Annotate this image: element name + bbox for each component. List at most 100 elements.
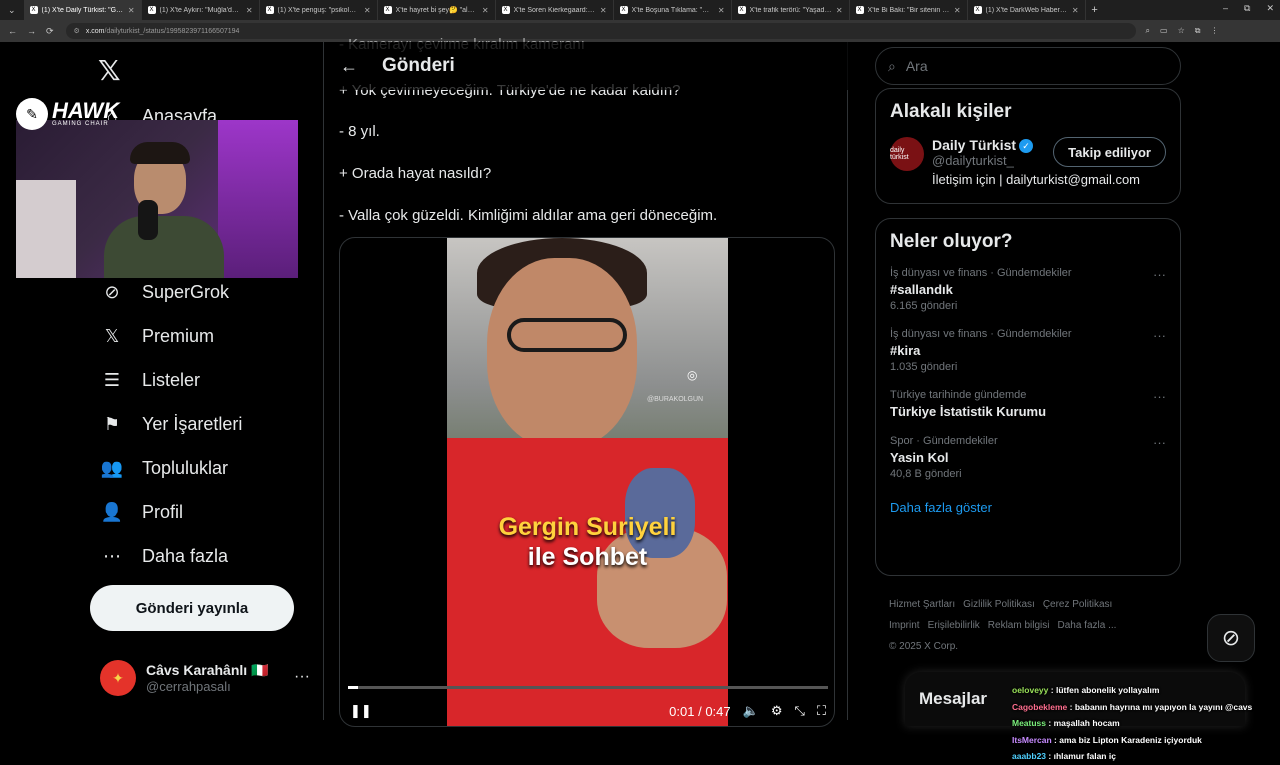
- browser-tab[interactable]: X(1) X'te penguş: "psikolojik son ✕: [260, 0, 378, 20]
- new-tab-button[interactable]: +: [1086, 4, 1104, 16]
- zoom-icon[interactable]: ⌕: [1146, 26, 1150, 36]
- browser-nav-buttons: ← → ⟳: [0, 26, 62, 37]
- related-bio: İletişim için | dailyturkist@gmail.com: [932, 172, 1141, 188]
- star-icon[interactable]: ☆: [1178, 26, 1185, 36]
- site-info-icon[interactable]: ⚙: [74, 27, 80, 35]
- sidebar-item-topluluklar[interactable]: 👥 Topluluklar: [100, 456, 228, 480]
- close-icon[interactable]: ✕: [1072, 6, 1079, 15]
- back-arrow-icon[interactable]: ←: [8, 26, 17, 37]
- post-header: ← Gönderi: [324, 42, 849, 90]
- close-icon[interactable]: ✕: [836, 6, 843, 15]
- browser-tab[interactable]: XX'te hayret bi şey🤔 "almanya ✕: [378, 0, 496, 20]
- sidebar-item-profil[interactable]: 👤 Profil: [100, 500, 183, 524]
- trend-item[interactable]: Spor · Gündemdekiler Yasin Kol 40,8 B gönd…: [876, 427, 1180, 488]
- browser-tab[interactable]: XX'te Boşuna Tıklama: "Hatay'da ✕: [614, 0, 732, 20]
- browser-tab[interactable]: XX'te trafik terörü: "Yaşadığından ✕: [732, 0, 850, 20]
- extensions-icon[interactable]: ⧉: [1195, 26, 1201, 36]
- pause-icon[interactable]: ❚❚: [350, 703, 372, 719]
- list-icon: ☰: [103, 369, 121, 390]
- video-progress-bar[interactable]: [348, 686, 828, 689]
- footer-link[interactable]: Hizmet Şartları: [889, 599, 955, 610]
- close-icon[interactable]: ✕: [246, 6, 253, 15]
- hawk-logo: ✎ HAWK GAMING CHAIR: [16, 98, 119, 130]
- url-host: x.com: [85, 27, 105, 35]
- close-icon[interactable]: ✕: [482, 6, 489, 15]
- fit-screen-icon[interactable]: ⤡: [794, 703, 804, 719]
- avatar[interactable]: daily türkist: [890, 137, 924, 171]
- close-icon[interactable]: ✕: [128, 6, 135, 15]
- sidebar-item-label: Listeler: [142, 369, 201, 390]
- search-icon: ⌕: [888, 57, 896, 74]
- trend-item[interactable]: İş dünyası ve finans · Gündemdekiler #sal…: [876, 259, 1180, 320]
- browser-tab[interactable]: XX'te Bi Baki: "Bir sitenin güvenli ✕: [850, 0, 968, 20]
- browser-address-bar: ← → ⟳ ⚙ x.com/dailyturkist_/status/19958…: [0, 20, 1280, 42]
- cast-icon[interactable]: ▭: [1160, 26, 1168, 36]
- footer-link[interactable]: Çerez Politikası: [1043, 599, 1112, 610]
- trend-count: 40,8 B gönderi: [890, 468, 962, 480]
- browser-tab[interactable]: X (1) X'te Daily Türkist: "Gezg ✕: [23, 0, 142, 20]
- post-button[interactable]: Gönderi yayınla: [90, 585, 294, 631]
- trend-item[interactable]: İş dünyası ve finans · Gündemdekiler #kir…: [876, 320, 1180, 381]
- sidebar-item-supergrok[interactable]: ⊘ SuperGrok: [100, 280, 229, 304]
- sidebar-item-premium[interactable]: 𝕏 Premium: [100, 324, 214, 348]
- sidebar-item-yer-i-aretleri[interactable]: ⚑ Yer İşaretleri: [100, 412, 242, 436]
- footer-link[interactable]: © 2025 X Corp.: [889, 641, 958, 652]
- footer-link[interactable]: Gizlilik Politikası: [963, 599, 1035, 610]
- tab-label: X'te Bi Baki: "Bir sitenin güvenli: [867, 6, 950, 14]
- footer-link[interactable]: Daha fazla ...: [1057, 620, 1116, 631]
- search-input[interactable]: ⌕ Ara: [875, 47, 1181, 85]
- more-dots-icon[interactable]: ···: [294, 668, 310, 686]
- trend-item[interactable]: Türkiye tarihinde gündemde Türkiye İstati…: [876, 381, 1180, 427]
- close-icon[interactable]: ✕: [954, 6, 961, 15]
- grok-icon: ⊘: [104, 281, 120, 302]
- trend-category: İş dünyası ve finans · Gündemdekiler: [890, 328, 1072, 340]
- more-dots-icon[interactable]: ···: [1153, 328, 1166, 343]
- close-icon[interactable]: ✕: [600, 6, 607, 15]
- trend-name: Yasin Kol: [890, 450, 949, 465]
- x-favicon-icon: X: [855, 6, 864, 14]
- x-favicon-icon: X: [383, 6, 392, 14]
- webcam-overlay: [16, 120, 298, 278]
- tab-search-icon[interactable]: ⌄: [0, 5, 24, 16]
- close-icon[interactable]: ✕: [364, 6, 371, 15]
- maximize-icon[interactable]: ⧉: [1244, 3, 1250, 14]
- post-text-line: - Valla çok güzeldi. Kimliğimi aldılar a…: [339, 207, 718, 224]
- more-dots-icon[interactable]: ···: [1153, 267, 1166, 282]
- sidebar-item-listeler[interactable]: ☰ Listeler: [100, 368, 200, 392]
- search-placeholder: Ara: [905, 58, 928, 74]
- related-name[interactable]: Daily Türkist: [932, 137, 1016, 153]
- close-window-icon[interactable]: ✕: [1266, 3, 1274, 14]
- trend-name: #sallandık: [890, 282, 953, 297]
- settings-gear-icon[interactable]: ⚙: [771, 703, 783, 719]
- footer-link[interactable]: Erişilebilirlik: [928, 620, 980, 631]
- chat-user: aaabb23: [1012, 751, 1047, 761]
- show-more-link[interactable]: Daha fazla göster: [876, 488, 1180, 527]
- browser-tab[interactable]: X(1) X'te DarkWeb Haber: "Bir ila ✕: [968, 0, 1086, 20]
- close-icon[interactable]: ✕: [718, 6, 725, 15]
- account-switcher[interactable]: ✦ Câvs Karahânlı 🇮🇹 @cerrahpasalı ···: [100, 660, 310, 696]
- hawk-brand: HAWK: [52, 98, 120, 123]
- video-frame[interactable]: ◎ @BURAKOLGUN Gergin Suriyeli ile Sohbet: [447, 238, 728, 726]
- fullscreen-icon[interactable]: ⛶: [817, 703, 826, 719]
- reload-icon[interactable]: ⟳: [46, 26, 54, 37]
- sidebar-item-daha-fazla[interactable]: ⋯ Daha fazla: [100, 544, 228, 568]
- more-dots-icon[interactable]: ···: [1153, 435, 1166, 450]
- grok-icon[interactable]: ⊘: [1207, 614, 1255, 662]
- page-title: Gönderi: [382, 55, 455, 76]
- video-player[interactable]: ◎ @BURAKOLGUN Gergin Suriyeli ile Sohbet…: [339, 237, 835, 727]
- minimize-icon[interactable]: –: [1223, 3, 1228, 14]
- footer-link[interactable]: Imprint: [889, 620, 920, 631]
- footer-link[interactable]: Reklam bilgisi: [988, 620, 1050, 631]
- more-dots-icon[interactable]: ···: [1153, 389, 1166, 404]
- menu-icon[interactable]: ⋮: [1210, 26, 1218, 36]
- forward-arrow-icon[interactable]: →: [27, 26, 36, 37]
- browser-tab[interactable]: X(1) X'te Aykırı: "Muğla'da kiks ü ✕: [142, 0, 260, 20]
- back-arrow-icon[interactable]: ←: [340, 56, 358, 77]
- url-input[interactable]: ⚙ x.com/dailyturkist_/status/19958239711…: [65, 23, 1136, 39]
- bookmark-icon: ⚑: [103, 413, 121, 434]
- volume-icon[interactable]: 🔈: [743, 703, 759, 719]
- chat-message: ItsMercan : ama biz Lipton Karadeniz içi…: [1012, 734, 1202, 745]
- following-button[interactable]: Takip ediliyor: [1053, 137, 1166, 167]
- x-logo-icon[interactable]: 𝕏: [98, 54, 121, 87]
- browser-tab[interactable]: XX'te Soren Kierkegaard: "İsim ve ✕: [496, 0, 614, 20]
